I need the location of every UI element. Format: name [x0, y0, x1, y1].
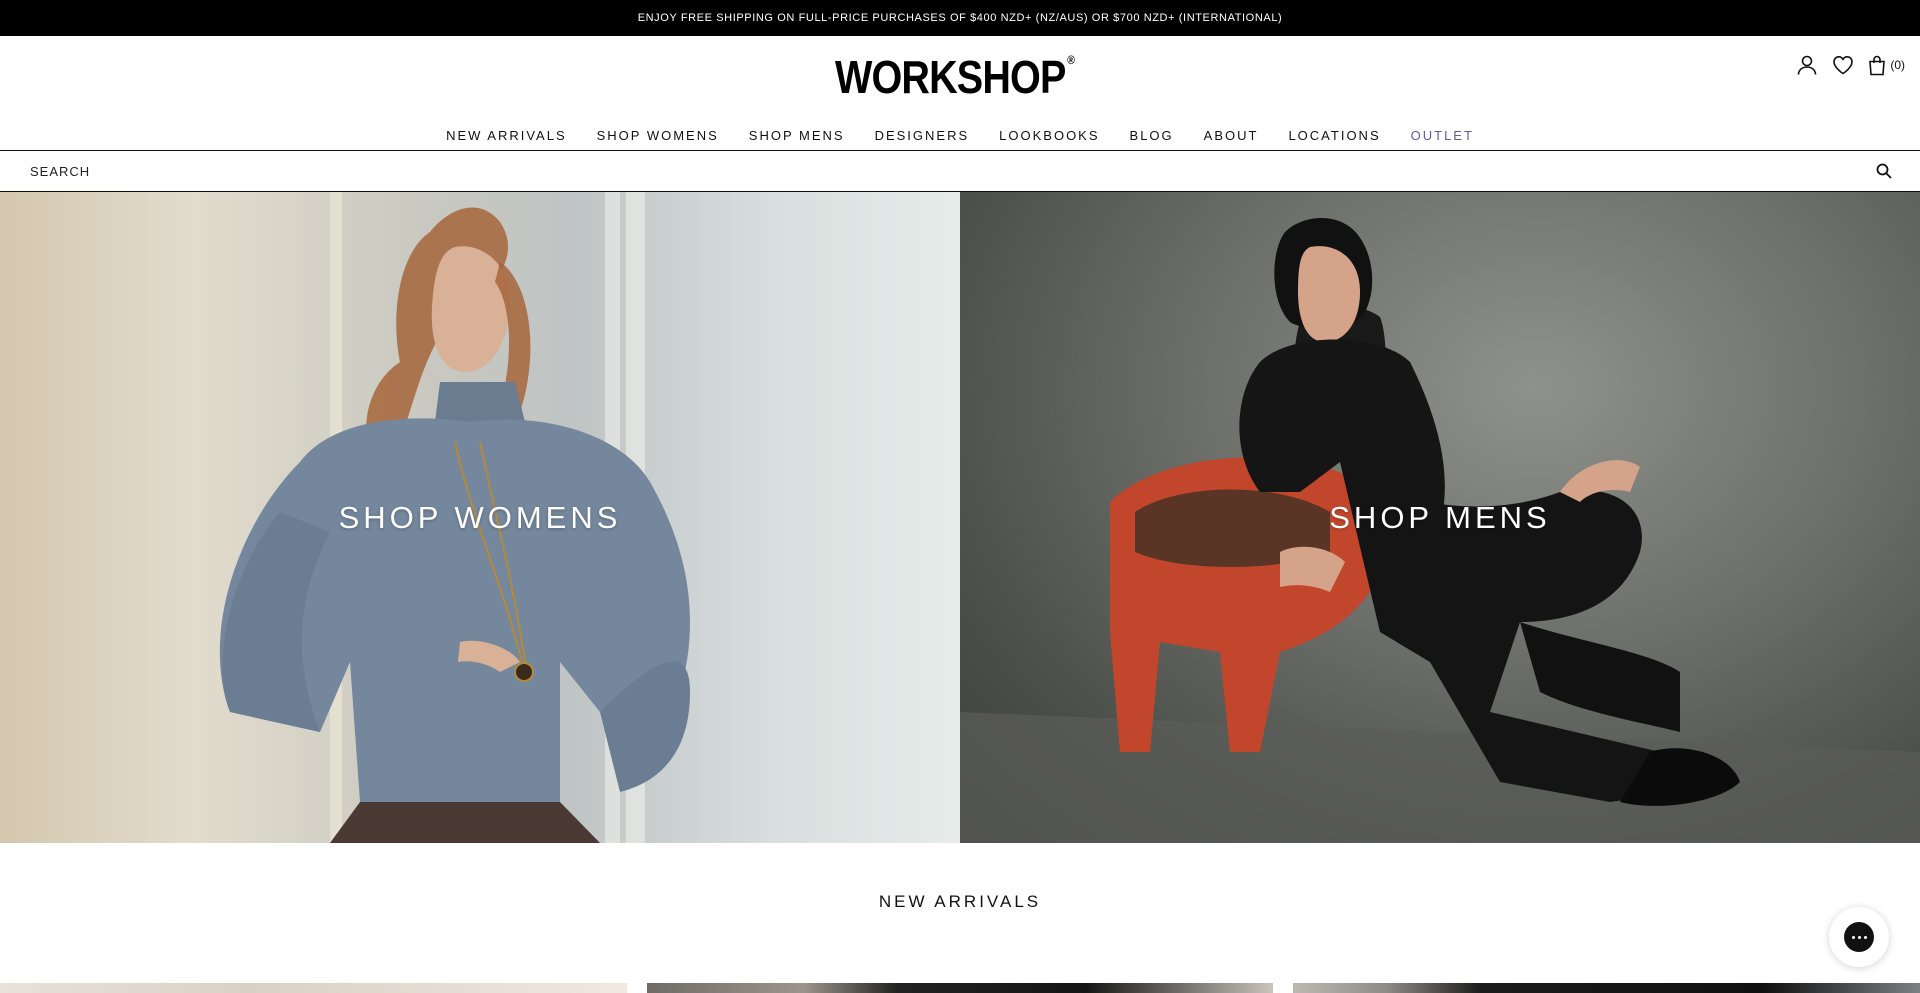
chat-bubble-icon [1844, 922, 1874, 952]
nav-blog[interactable]: BLOG [1115, 128, 1189, 143]
nav-lookbooks[interactable]: LOOKBOOKS [984, 128, 1114, 143]
new-arrivals-heading: NEW ARRIVALS [878, 892, 1042, 911]
product-card-3-image[interactable] [1293, 983, 1920, 993]
announcement-bar: ENJOY FREE SHIPPING ON FULL-PRICE PURCHA… [0, 0, 1920, 36]
search-icon [1876, 163, 1892, 179]
cart-count: (0) [1890, 58, 1905, 72]
product-card-2-image[interactable] [647, 983, 1273, 993]
search-input[interactable] [30, 163, 1890, 179]
cart-button[interactable]: (0) [1868, 55, 1905, 76]
search-bar [0, 150, 1920, 192]
nav-new-arrivals[interactable]: NEW ARRIVALS [431, 128, 582, 143]
account-icon[interactable] [1796, 54, 1818, 76]
nav-locations[interactable]: LOCATIONS [1273, 128, 1395, 143]
announcement-text: ENJOY FREE SHIPPING ON FULL-PRICE PURCHA… [637, 12, 1283, 24]
search-button[interactable] [1876, 163, 1892, 184]
product-card-1-image[interactable] [0, 983, 627, 993]
chat-button[interactable] [1829, 907, 1889, 967]
nav-shop-womens[interactable]: SHOP WOMENS [582, 128, 734, 143]
nav-designers[interactable]: DESIGNERS [860, 128, 985, 143]
cart-bag-icon [1869, 55, 1886, 75]
workshop-logo[interactable]: WORKSHOP ® [835, 53, 1075, 101]
main-nav: NEW ARRIVALS SHOP WOMENS SHOP MENS DESIG… [0, 120, 1920, 150]
logo-registered-mark: ® [1067, 53, 1075, 67]
site-header: WORKSHOP ® (0) NEW ARRIVALS SHOP WOMENS S… [0, 36, 1920, 150]
nav-shop-mens[interactable]: SHOP MENS [734, 128, 860, 143]
header-icons: (0) [1796, 54, 1905, 76]
logo-text: WORKSHOP [835, 51, 1066, 103]
wishlist-heart-icon[interactable] [1832, 55, 1854, 75]
hero-mens-banner[interactable]: SHOP MENS [960, 192, 1920, 843]
hero-womens-banner[interactable]: SHOP WOMENS [0, 192, 960, 843]
nav-outlet[interactable]: OUTLET [1396, 128, 1489, 143]
hero-mens-label: SHOP MENS [1329, 499, 1551, 535]
hero-womens-label: SHOP WOMENS [338, 499, 622, 535]
nav-about[interactable]: ABOUT [1189, 128, 1274, 143]
